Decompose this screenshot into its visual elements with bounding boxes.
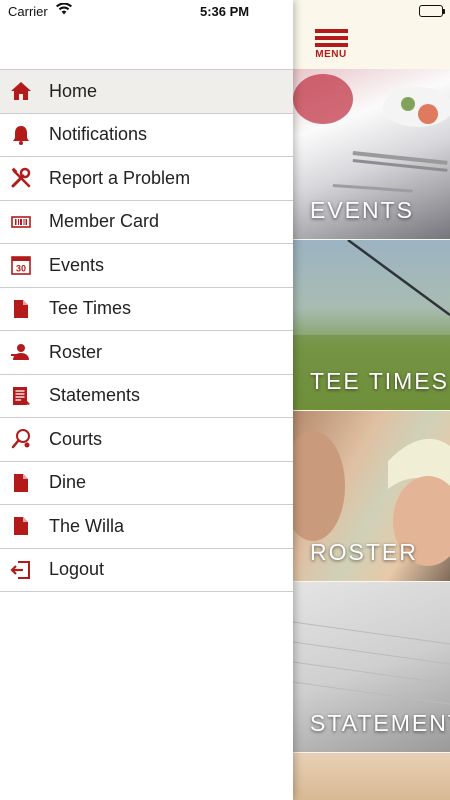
menu-item-events[interactable]: 30 Events [0,244,293,288]
document-icon [10,298,32,320]
calendar-icon-number: 30 [16,264,26,274]
tile-roster[interactable]: ROSTER [293,411,450,581]
tile-statements[interactable]: STATEMENTS [293,582,450,752]
menu-item-statements[interactable]: Statements [0,375,293,418]
menu-item-report-problem[interactable]: Report a Problem [0,157,293,201]
menu-item-roster[interactable]: Roster [0,331,293,375]
menu-item-label: Notifications [49,124,148,145]
menu-item-label: Tee Times [49,298,132,319]
tile-next-partial[interactable] [293,753,450,800]
statement-icon [10,385,32,407]
hamburger-icon [314,29,348,33]
menu-item-dine[interactable]: Dine [0,462,293,505]
calendar-icon: 30 [10,254,32,276]
tile-statements-label: STATEMENTS [310,710,450,736]
barcode-card-icon [10,211,32,233]
side-drawer: Home Notifications Report a Problem Memb… [0,0,293,800]
home-content-panel: MENU EVENTS TEE TIMES ROSTER STATEMEN [293,0,450,800]
tile-roster-label: ROSTER [310,539,418,565]
hamburger-icon-bar [314,43,348,47]
drawer-menu-list: Home Notifications Report a Problem Memb… [0,69,293,592]
menu-button-label: MENU [315,49,347,60]
menu-item-label: Roster [49,341,103,362]
status-bar: Carrier 5:36 PM [0,0,450,22]
document-icon [10,472,32,494]
menu-item-member-card[interactable]: Member Card [0,201,293,244]
menu-item-courts[interactable]: Courts [0,418,293,462]
menu-item-label: Member Card [49,211,160,232]
tile-tee-times[interactable]: TEE TIMES [293,240,450,410]
bell-icon [10,124,32,146]
menu-item-logout[interactable]: Logout [0,549,293,592]
carrier-label: Carrier [8,4,48,19]
menu-item-label: Dine [49,472,87,493]
menu-item-tee-times[interactable]: Tee Times [0,288,293,331]
document-icon [10,515,32,537]
roster-person-icon [10,341,32,363]
home-icon [10,80,32,102]
menu-item-home[interactable]: Home [0,70,293,114]
tile-events-label: EVENTS [310,197,415,223]
menu-item-label: The Willa [49,515,125,536]
menu-item-label: Home [49,80,98,101]
menu-item-label: Logout [49,559,105,580]
menu-item-notifications[interactable]: Notifications [0,114,293,157]
hamburger-icon-bar [314,36,348,40]
logout-icon [10,559,32,581]
tile-tee-times-label: TEE TIMES [310,368,449,394]
menu-item-label: Report a Problem [49,167,191,188]
tennis-racket-icon [10,428,32,450]
tools-icon [10,167,32,189]
menu-button[interactable]: MENU [313,29,349,65]
menu-item-label: Events [49,254,105,275]
battery-icon [419,5,445,17]
wifi-icon [56,2,72,18]
tile-events[interactable]: EVENTS [293,69,450,239]
menu-item-label: Courts [49,428,103,449]
menu-item-label: Statements [49,385,141,406]
clock-time: 5:36 PM [200,4,250,19]
menu-item-the-willa[interactable]: The Willa [0,505,293,549]
